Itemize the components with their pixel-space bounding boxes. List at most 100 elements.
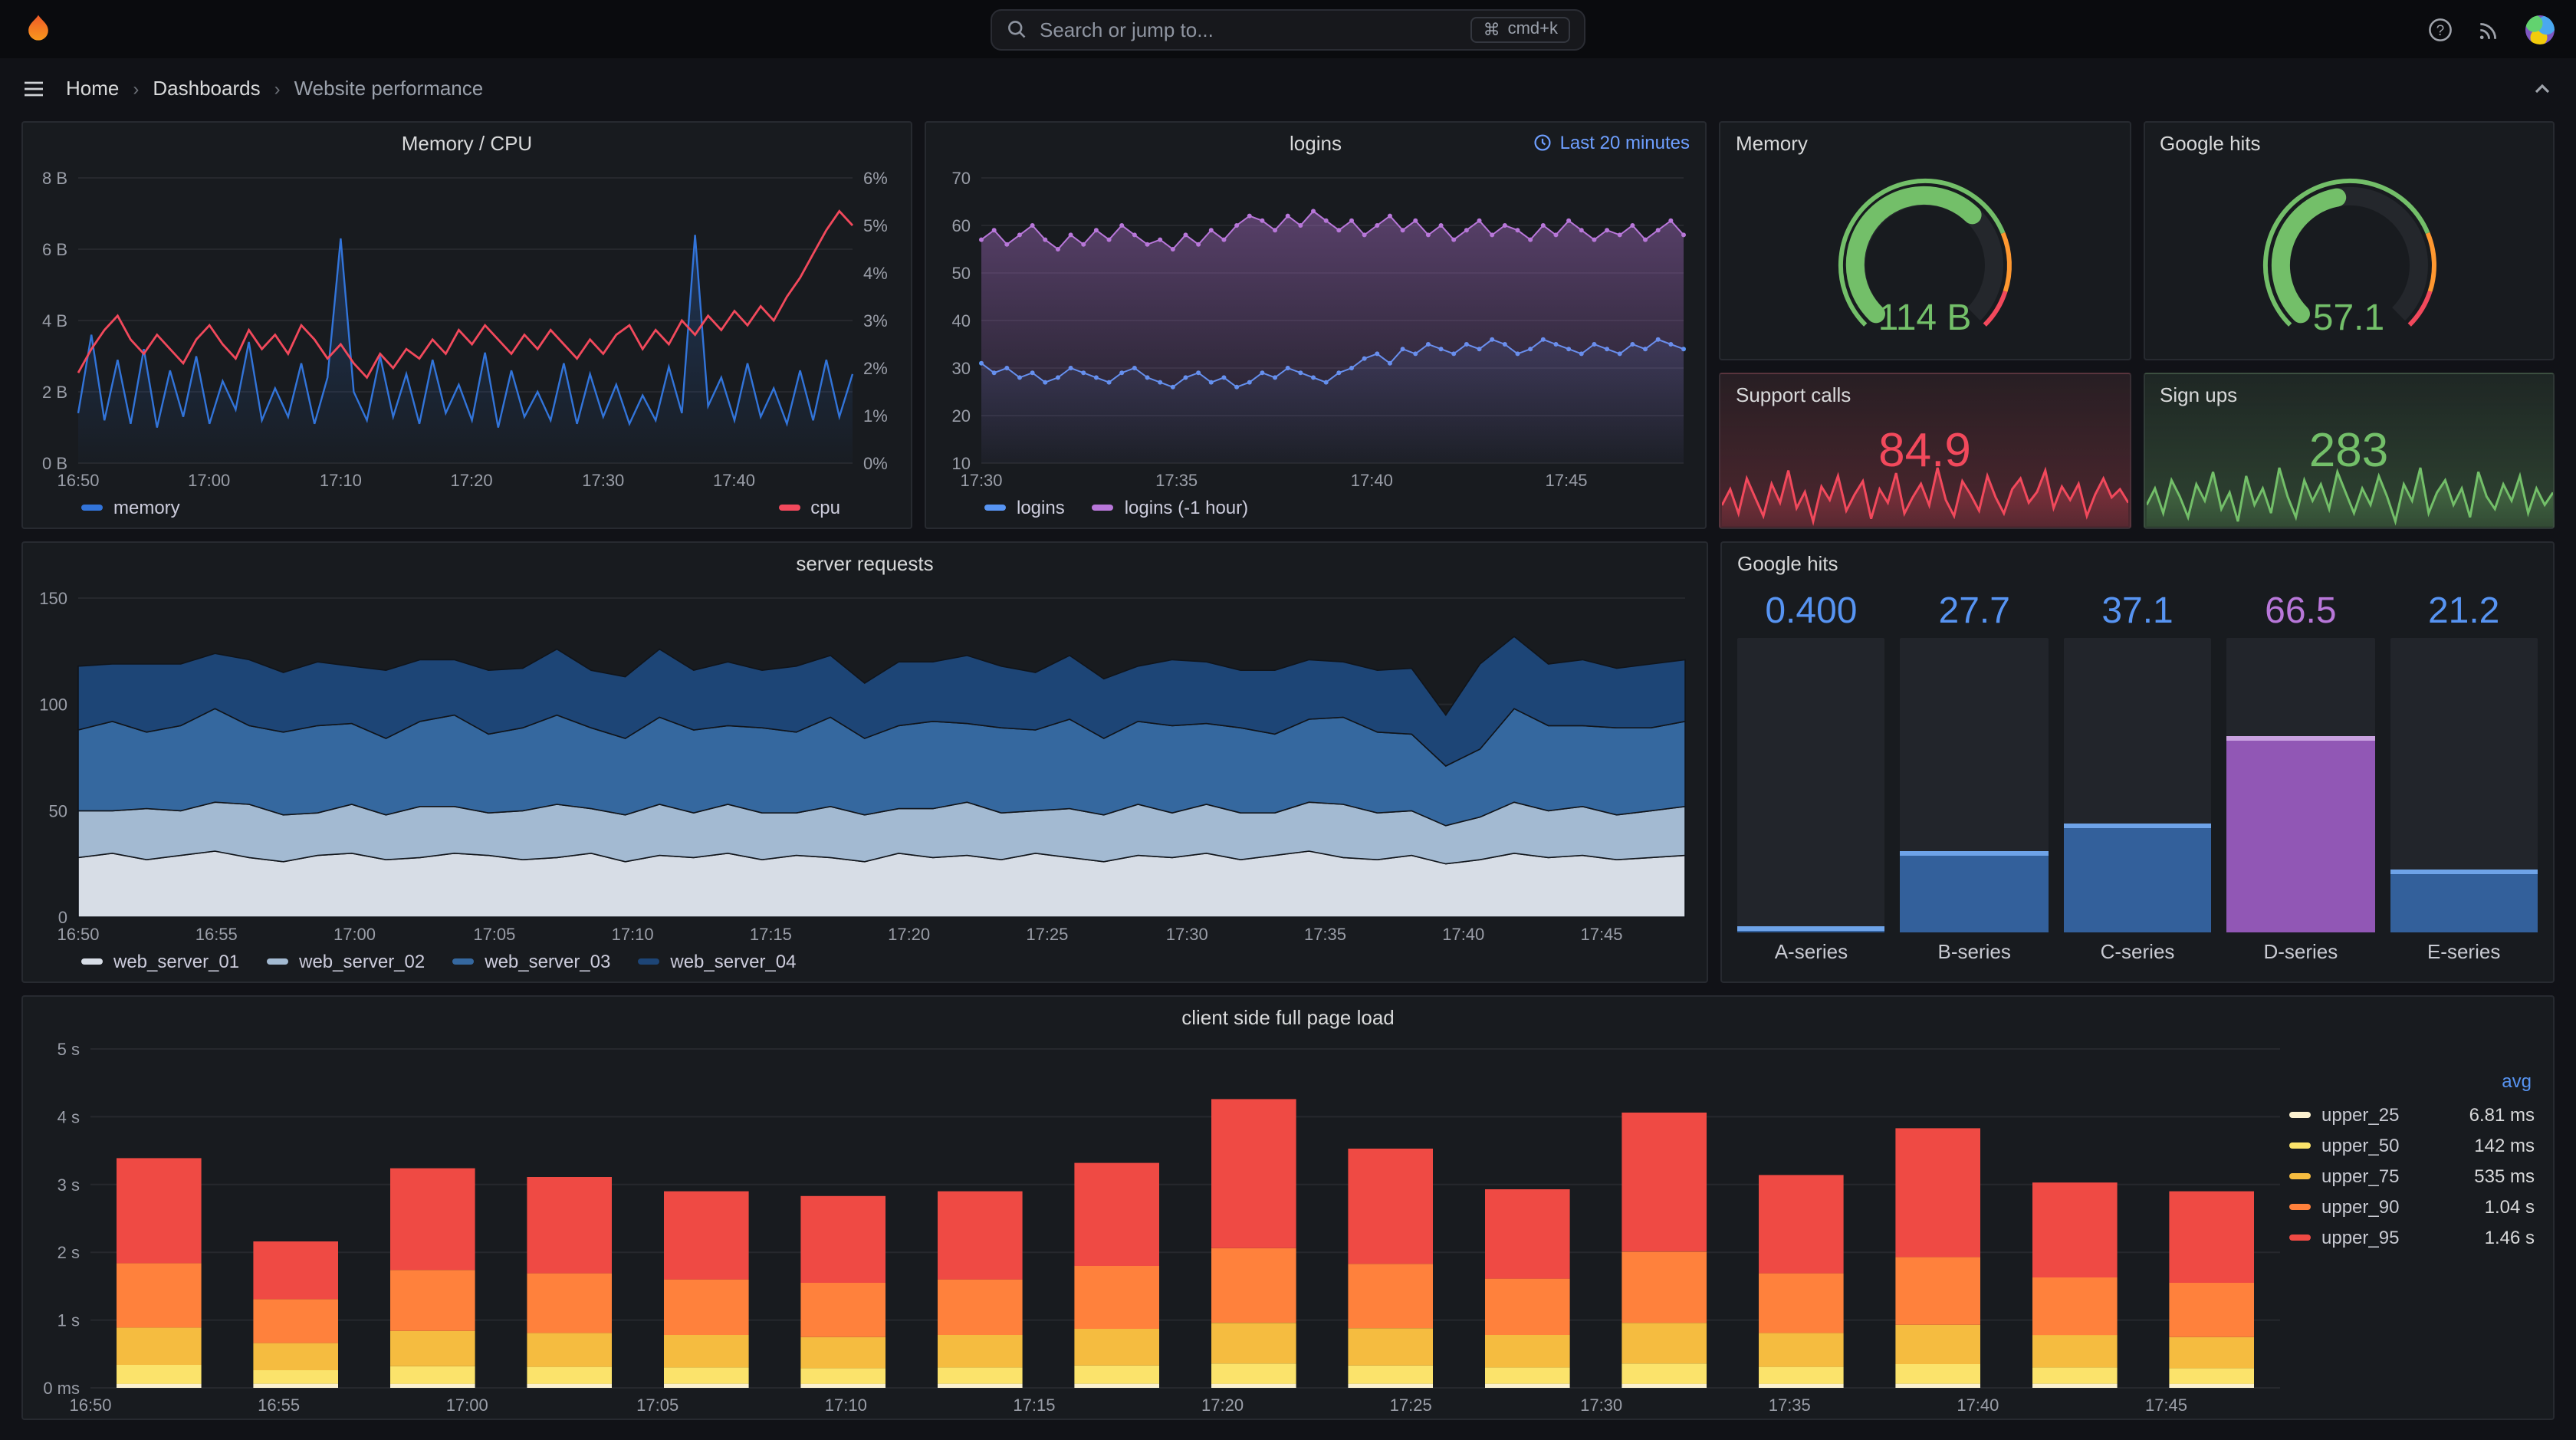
help-icon[interactable]: ? [2427, 16, 2453, 42]
panel-header: Memory [1720, 123, 2129, 163]
bar-gauge-fill [2063, 823, 2212, 932]
legend-item[interactable]: web_server_01 [81, 951, 239, 972]
legend-item[interactable]: upper_75 535 ms [2289, 1161, 2535, 1192]
legend-swatch [2289, 1142, 2311, 1149]
legend-swatch [267, 958, 289, 965]
breadcrumb-home[interactable]: Home [66, 77, 119, 100]
grafana-logo-icon[interactable] [21, 12, 55, 46]
panel-logins: logins Last 20 minutes 10 20 30 40 50 60 70 17:… [925, 121, 1707, 529]
legend-swatch [2289, 1112, 2311, 1118]
legend-item[interactable]: cpu [778, 497, 840, 518]
panel-page-load: client side full page load 0 ms 1 s2 s3 s… [21, 995, 2555, 1420]
panel-title[interactable]: server requests [796, 551, 933, 574]
panel-header: logins Last 20 minutes [926, 123, 1705, 163]
panel-title[interactable]: Memory / CPU [402, 131, 532, 154]
bar-gauge-track [2390, 638, 2538, 932]
time-range-label[interactable]: Last 20 minutes [1534, 123, 1690, 163]
svg-text:17:00: 17:00 [188, 471, 230, 490]
svg-text:50: 50 [952, 264, 971, 283]
bar-gauge-fill [1900, 850, 2049, 932]
svg-text:2%: 2% [863, 359, 888, 378]
panel-title[interactable]: logins [1290, 131, 1342, 154]
chevron-up-icon[interactable] [2530, 76, 2555, 100]
bar-gauge-label: E-series [2426, 939, 2501, 962]
shortcut-badge: ⌘ cmd+k [1470, 16, 1570, 42]
panel-title[interactable]: Sign ups [2160, 383, 2237, 406]
legend-avg-header[interactable]: avg [2289, 1070, 2535, 1092]
page-load-chart[interactable]: 0 ms 1 s2 s3 s4 s5 s 16:50 16:55 17:00 17:05 1… [23, 1037, 2289, 1419]
legend-item[interactable]: upper_95 1.46 s [2289, 1222, 2535, 1253]
svg-text:4 B: 4 B [42, 311, 67, 330]
svg-text:17:30: 17:30 [1580, 1396, 1622, 1415]
legend-item[interactable]: web_server_04 [638, 951, 797, 972]
breadcrumb-bar: Home › Dashboards › Website performance [0, 58, 2576, 118]
legend-label: upper_95 [2321, 1227, 2400, 1248]
svg-text:17:30: 17:30 [1166, 925, 1208, 944]
support-calls-sparkline[interactable] [1722, 459, 2128, 526]
legend-item[interactable]: upper_25 6.81 ms [2289, 1100, 2535, 1130]
svg-text:17:35: 17:35 [1155, 471, 1198, 490]
topbar-actions: ? [2427, 15, 2555, 44]
legend-item[interactable]: logins [984, 497, 1065, 518]
legend-label: logins (-1 hour) [1124, 497, 1249, 518]
svg-text:17:10: 17:10 [320, 471, 362, 490]
panel-header: client side full page load [23, 997, 2553, 1037]
legend-item[interactable]: web_server_03 [452, 951, 610, 972]
legend-avg-value: 1.46 s [2484, 1227, 2535, 1248]
panel-title[interactable]: Support calls [1736, 383, 1851, 406]
panel-title[interactable]: Memory [1736, 131, 1808, 154]
panel-title[interactable]: Google hits [1737, 551, 1838, 574]
legend-item[interactable]: web_server_02 [267, 951, 425, 972]
chart-legend: memory cpu [23, 494, 911, 528]
panel-google-hits-gauge: Google hits 57.1 [2143, 121, 2555, 360]
breadcrumb-dashboards[interactable]: Dashboards [153, 77, 260, 100]
legend-swatch [81, 505, 103, 511]
bar-gauge-column[interactable]: 21.2 E-series [2390, 586, 2538, 969]
sign-ups-sparkline[interactable] [2146, 459, 2552, 526]
legend-item[interactable]: memory [81, 497, 180, 518]
server-requests-chart[interactable]: 0 50 100 150 16:50 16:55 17:00 17:05 17:10 17:15 1… [23, 583, 1707, 948]
legend-avg-value: 142 ms [2474, 1135, 2535, 1156]
panel-sign-ups: Sign ups 283 [2143, 373, 2555, 529]
bar-gauge-column[interactable]: 27.7 B-series [1900, 586, 2049, 969]
panel-title[interactable]: client side full page load [1181, 1005, 1395, 1028]
legend-label: web_server_02 [299, 951, 426, 972]
user-avatar[interactable] [2525, 15, 2555, 44]
svg-text:5%: 5% [863, 216, 888, 235]
svg-text:17:25: 17:25 [1390, 1396, 1432, 1415]
bar-gauge-track [1737, 638, 1885, 932]
svg-text:17:40: 17:40 [1957, 1396, 1999, 1415]
legend-item[interactable]: logins (-1 hour) [1092, 497, 1248, 518]
chart-canvas [1722, 466, 2128, 526]
svg-text:17:35: 17:35 [1769, 1396, 1811, 1415]
panel-support-calls: Support calls 84.9 [1719, 373, 2131, 529]
svg-text:1%: 1% [863, 406, 888, 426]
top-navbar: Search or jump to... ⌘ cmd+k ? [0, 0, 2576, 58]
bar-gauge-column[interactable]: 37.1 C-series [2063, 586, 2212, 969]
legend-label: memory [113, 497, 180, 518]
panel-server-requests: server requests 0 50 100 150 16:50 16:55 17:00… [21, 541, 1708, 983]
svg-text:17:40: 17:40 [1351, 471, 1393, 490]
svg-text:17:00: 17:00 [446, 1396, 488, 1415]
legend-label: logins [1017, 497, 1065, 518]
menu-icon[interactable] [21, 76, 46, 100]
logins-chart[interactable]: 10 20 30 40 50 60 70 17:30 17:35 17:40 17:45 [926, 163, 1705, 494]
svg-text:17:15: 17:15 [1013, 1396, 1055, 1415]
breadcrumb: Home › Dashboards › Website performance [66, 77, 483, 100]
svg-text:100: 100 [39, 695, 67, 715]
legend-label: upper_25 [2321, 1104, 2400, 1126]
svg-text:16:50: 16:50 [69, 1396, 111, 1415]
news-icon[interactable] [2476, 16, 2502, 42]
legend-item[interactable]: upper_90 1.04 s [2289, 1192, 2535, 1222]
memory-cpu-chart[interactable]: 0 B2 B4 B6 B8 B 0% 1% 2% 3% 4% 5% 6% 16:50 17:00 1… [23, 163, 911, 494]
bar-gauge-column[interactable]: 66.5 D-series [2226, 586, 2375, 969]
svg-text:17:20: 17:20 [1201, 1396, 1244, 1415]
search-bar[interactable]: Search or jump to... ⌘ cmd+k [991, 8, 1585, 50]
panel-title[interactable]: Google hits [2160, 131, 2261, 154]
bar-gauge-column[interactable]: 0.400 A-series [1737, 586, 1885, 969]
panel-memory-gauge: Memory 114 B [1719, 121, 2131, 360]
panel-header: server requests [23, 543, 1707, 583]
legend-item[interactable]: upper_50 142 ms [2289, 1130, 2535, 1161]
dashboard-grid: Memory / CPU 0 B2 B4 B6 B8 B 0% 1% 2% 3% 4% 5%… [0, 118, 2576, 1438]
panel-google-hits-bars: Google hits 0.400 A-series 27.7 B-series 37.… [1720, 541, 2555, 983]
